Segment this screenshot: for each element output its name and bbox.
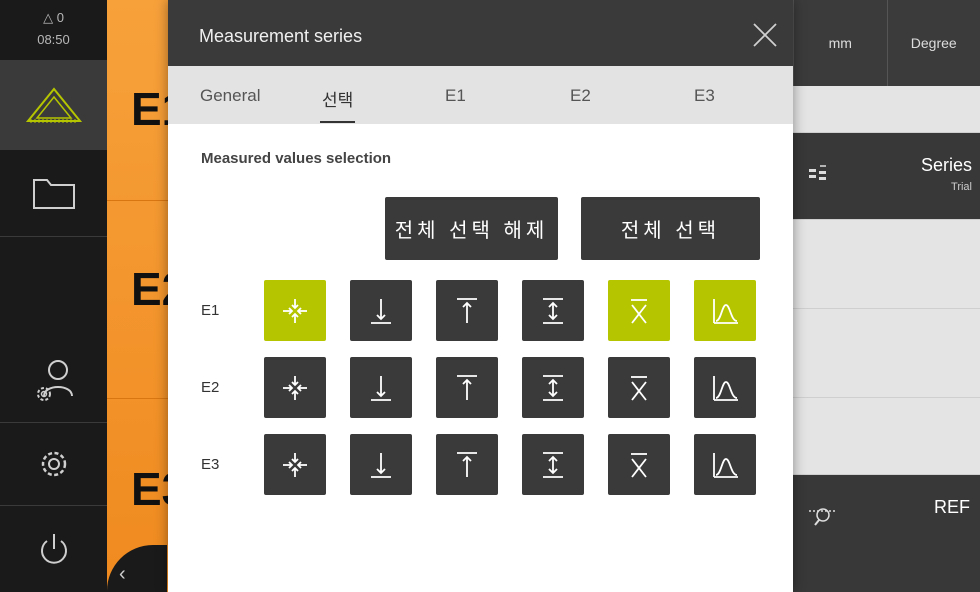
- tab-selection[interactable]: 선택: [319, 86, 356, 123]
- reference-mark-icon: [809, 508, 837, 526]
- row-label: E2: [201, 379, 220, 396]
- range-toggle-button[interactable]: [522, 357, 584, 418]
- minimum-toggle-button[interactable]: [350, 434, 412, 495]
- folder-icon: [32, 179, 75, 209]
- file-manager-button[interactable]: [0, 150, 107, 237]
- tab-e3[interactable]: E3: [694, 86, 715, 106]
- distribution-toggle-button[interactable]: [694, 434, 756, 495]
- deselect-all-button[interactable]: 전체 선택 해제: [385, 197, 558, 260]
- status-area: △ 0 08:50: [0, 0, 107, 61]
- position-toggle-button[interactable]: [264, 434, 326, 495]
- panel-row: [793, 309, 980, 398]
- ref-label: REF: [934, 497, 970, 517]
- power-icon: [40, 534, 67, 564]
- chevron-left-icon: ‹: [119, 563, 126, 585]
- series-button[interactable]: Series Trial: [793, 133, 980, 220]
- gear-icon: [41, 451, 66, 477]
- range-icon: [543, 451, 563, 478]
- mean-toggle-button[interactable]: [608, 357, 670, 418]
- maximum-icon: [457, 451, 477, 477]
- user-gear-icon: [36, 360, 73, 401]
- position-icon: [283, 298, 307, 323]
- series-icon: [809, 165, 826, 180]
- mean-toggle-button[interactable]: [608, 280, 670, 341]
- user-settings-button[interactable]: [0, 340, 107, 423]
- tab-e1[interactable]: E1: [445, 86, 466, 106]
- panel-row: [793, 220, 980, 309]
- distribution-icon: [713, 375, 738, 401]
- measure-triangle-icon: [25, 87, 82, 123]
- distribution-icon: [713, 298, 738, 324]
- warning-counter[interactable]: △ 0: [0, 10, 107, 26]
- divider: [107, 398, 177, 399]
- minimum-icon: [371, 298, 391, 324]
- measurement-series-dialog: Measurement series General 선택 E1 E2 E3 M…: [168, 0, 793, 592]
- tab-bar: General 선택 E1 E2 E3: [168, 66, 793, 124]
- distribution-toggle-button[interactable]: [694, 280, 756, 341]
- mean-icon: [631, 298, 647, 324]
- ref-button[interactable]: REF: [793, 475, 980, 592]
- inspector-panel: mm Degree Series Trial REF: [793, 0, 980, 592]
- warning-count: 0: [56, 10, 64, 25]
- feature-list: E1 E2 E3: [107, 0, 187, 592]
- maximum-toggle-button[interactable]: [436, 280, 498, 341]
- series-sub: Trial: [951, 181, 972, 193]
- position-toggle-button[interactable]: [264, 357, 326, 418]
- length-unit-button[interactable]: mm: [793, 0, 887, 86]
- mean-icon: [631, 375, 647, 401]
- dialog-header: Measurement series: [168, 0, 793, 66]
- tab-general[interactable]: General: [200, 86, 260, 106]
- row-label: E1: [201, 302, 220, 319]
- distribution-toggle-button[interactable]: [694, 357, 756, 418]
- power-button[interactable]: [0, 506, 107, 592]
- row-label: E3: [201, 456, 220, 473]
- mean-icon: [631, 452, 647, 478]
- maximum-toggle-button[interactable]: [436, 434, 498, 495]
- mean-toggle-button[interactable]: [608, 434, 670, 495]
- range-toggle-button[interactable]: [522, 434, 584, 495]
- range-icon: [543, 374, 563, 401]
- maximum-icon: [457, 374, 477, 400]
- measure-menu-button[interactable]: [0, 61, 107, 150]
- minimum-icon: [371, 375, 391, 401]
- divider: [107, 200, 177, 201]
- minimum-toggle-button[interactable]: [350, 357, 412, 418]
- position-toggle-button[interactable]: [264, 280, 326, 341]
- settings-button[interactable]: [0, 423, 107, 506]
- minimum-toggle-button[interactable]: [350, 280, 412, 341]
- maximum-icon: [457, 297, 477, 323]
- section-title: Measured values selection: [201, 150, 392, 167]
- main-menu: △ 0 08:50: [0, 0, 107, 592]
- series-label: Series: [920, 155, 972, 175]
- warning-triangle-icon: △: [43, 10, 54, 25]
- tab-e2[interactable]: E2: [570, 86, 591, 106]
- panel-row: [793, 398, 980, 475]
- position-icon: [283, 452, 307, 477]
- close-icon[interactable]: [752, 22, 778, 48]
- select-all-button[interactable]: 전체 선택: [581, 197, 760, 260]
- position-icon: [283, 375, 307, 400]
- maximum-toggle-button[interactable]: [436, 357, 498, 418]
- dialog-title: Measurement series: [199, 26, 363, 46]
- clock: 08:50: [37, 32, 70, 47]
- unit-bar: mm Degree: [793, 0, 980, 86]
- range-icon: [543, 297, 563, 324]
- angle-unit-button[interactable]: Degree: [886, 0, 980, 86]
- minimum-icon: [371, 452, 391, 478]
- panel-row: [793, 86, 980, 133]
- distribution-icon: [713, 452, 738, 478]
- range-toggle-button[interactable]: [522, 280, 584, 341]
